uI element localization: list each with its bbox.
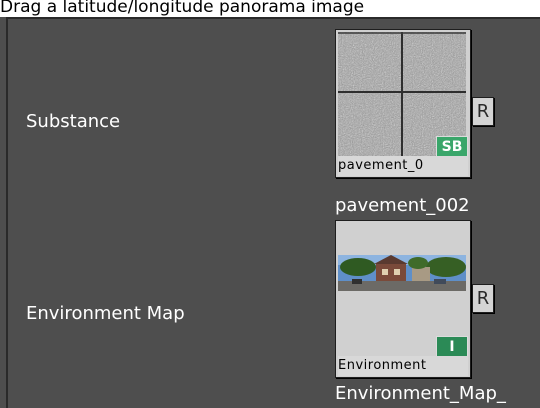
substance-badge-text: SB: [441, 139, 463, 155]
substance-thumbnail-label: pavement_0: [338, 156, 468, 176]
environment-map-thumbnail-label: Environment: [338, 356, 468, 376]
properties-panel: Substance SB pavement_0 R pavement_002 E…: [6, 17, 540, 408]
panorama-image-icon: [338, 223, 466, 319]
substance-label: Substance: [26, 111, 121, 132]
environment-map-badge-text: I: [449, 339, 455, 355]
environment-map-file-name: Environment_Map_: [335, 383, 506, 404]
substance-thumbnail[interactable]: SB pavement_0: [335, 29, 471, 178]
substance-reset-label: R: [476, 101, 490, 122]
substance-file-name: pavement_002: [335, 195, 470, 216]
environment-map-reset-label: R: [476, 288, 490, 309]
environment-map-reset-button[interactable]: R: [472, 284, 494, 313]
environment-map-label: Environment Map: [26, 303, 185, 324]
environment-map-badge: I: [436, 336, 468, 358]
caption-text: Drag a latitude/longitude panorama image: [0, 0, 365, 17]
substance-badge: SB: [436, 136, 468, 158]
environment-map-thumbnail[interactable]: I Environment: [335, 220, 471, 378]
caption-banner: Drag a latitude/longitude panorama image: [0, 0, 540, 17]
substance-reset-button[interactable]: R: [472, 97, 494, 126]
